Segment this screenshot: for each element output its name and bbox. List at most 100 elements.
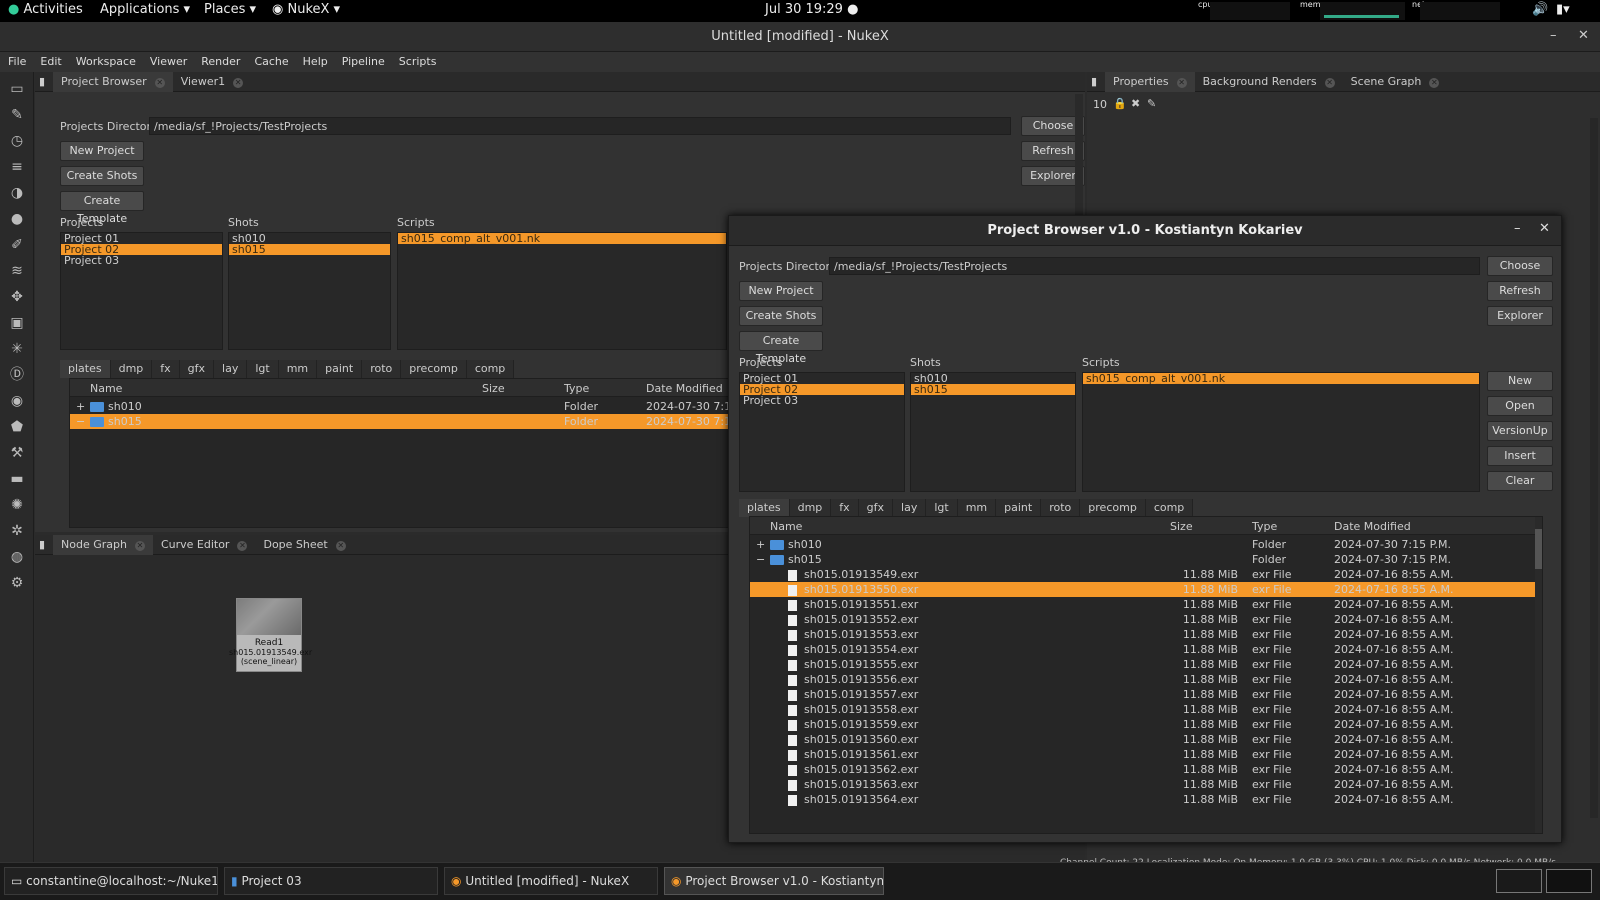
menu-workspace[interactable]: Workspace	[68, 52, 142, 68]
panel-menu-icon[interactable]: ▮	[1087, 72, 1105, 92]
panel-menu-icon[interactable]: ▮	[35, 535, 53, 555]
table-row[interactable]: sh015.01913563.exr 11.88 MiB exr File 2024-…	[750, 777, 1542, 792]
tab-properties[interactable]: Properties ✕	[1105, 72, 1195, 92]
table-row[interactable]: + sh010 Folder 2024-07-30 7:1	[70, 399, 748, 414]
draw-icon[interactable]: ✎	[8, 106, 26, 124]
list-item[interactable]: sh015	[911, 384, 1075, 395]
workspace-2[interactable]	[1546, 869, 1592, 893]
workspace-1[interactable]	[1496, 869, 1542, 893]
create-shots-button[interactable]: Create Shots	[739, 306, 823, 326]
close-icon[interactable]: ✕	[1539, 221, 1550, 236]
activities-button[interactable]: ● Activities	[8, 2, 83, 17]
version-up-button[interactable]: VersionUp	[1487, 421, 1553, 441]
tab-dmp[interactable]: dmp	[110, 360, 153, 378]
battery-icon[interactable]: ▮▾	[1556, 2, 1570, 17]
tab-paint[interactable]: paint	[317, 360, 363, 378]
tab-dope-sheet[interactable]: Dope Sheet ✕	[255, 535, 353, 555]
open-button[interactable]: Open	[1487, 396, 1553, 416]
create-template-button[interactable]: Create Template	[739, 331, 823, 365]
shots-list[interactable]: sh010 sh015	[228, 232, 391, 350]
col-size[interactable]: Size	[482, 382, 505, 395]
read-node[interactable]: Read1 sh015.01913549.exr (scene_linear)	[229, 598, 312, 672]
col-type[interactable]: Type	[1252, 520, 1277, 533]
cara-icon[interactable]: ✲	[8, 522, 26, 540]
tab-comp[interactable]: comp	[466, 360, 515, 378]
table-row[interactable]: sh015.01913557.exr 11.88 MiB exr File 2024-…	[750, 687, 1542, 702]
list-item[interactable]: Project 01	[740, 373, 904, 384]
table-row[interactable]: sh015.01913554.exr 11.88 MiB exr File 2024-…	[750, 642, 1542, 657]
table-row[interactable]: sh015.01913559.exr 11.88 MiB exr File 2024-…	[750, 717, 1542, 732]
plugins-icon[interactable]: ◍	[8, 548, 26, 566]
close-icon[interactable]: ✕	[1176, 78, 1187, 88]
tab-precomp[interactable]: precomp	[401, 360, 467, 378]
menu-cache[interactable]: Cache	[246, 52, 294, 68]
table-row[interactable]: sh015.01913550.exr 11.88 MiB exr File 2024-…	[750, 582, 1542, 597]
other-icon[interactable]: ▬	[8, 470, 26, 488]
scrollbar[interactable]	[1590, 118, 1598, 818]
close-icon[interactable]: ✕	[233, 78, 244, 88]
list-item[interactable]: sh010	[229, 233, 390, 244]
metadata-icon[interactable]: ⬟	[8, 418, 26, 436]
filter-icon[interactable]: ●	[8, 210, 26, 228]
tab-mm[interactable]: mm	[957, 499, 997, 517]
tab-dmp[interactable]: dmp	[789, 499, 832, 517]
list-item[interactable]: Project 02	[61, 244, 222, 255]
table-row[interactable]: sh015.01913555.exr 11.88 MiB exr File 2024-…	[750, 657, 1542, 672]
table-row[interactable]: sh015.01913549.exr 11.88 MiB exr File 2024-…	[750, 567, 1542, 582]
app-menu[interactable]: ◉ NukeX ▾	[272, 2, 340, 17]
table-row[interactable]: sh015.01913552.exr 11.88 MiB exr File 2024-…	[750, 612, 1542, 627]
channel-icon[interactable]: ≡	[8, 158, 26, 176]
tab-background-renders[interactable]: Background Renders ✕	[1195, 72, 1343, 92]
menu-edit[interactable]: Edit	[32, 52, 67, 68]
table-row[interactable]: sh015.01913560.exr 11.88 MiB exr File 2024-…	[750, 732, 1542, 747]
scrollbar[interactable]	[1535, 517, 1542, 833]
furnace-icon[interactable]: ✺	[8, 496, 26, 514]
task-project03[interactable]: ▮ Project 03	[224, 867, 438, 895]
scripts-list[interactable]: sh015_comp_alt_v001.nk	[1082, 372, 1480, 492]
close-icon[interactable]: ✕	[1429, 78, 1440, 88]
views-icon[interactable]: ◉	[8, 392, 26, 410]
clear-panels-icon[interactable]: ✖	[1131, 97, 1140, 110]
col-type[interactable]: Type	[564, 382, 589, 395]
scripts-list[interactable]: sh015_comp_alt_v001.nk	[397, 232, 727, 350]
projects-list[interactable]: Project 01 Project 02 Project 03	[739, 372, 905, 492]
new-button[interactable]: New	[1487, 371, 1553, 391]
color-icon[interactable]: ◑	[8, 184, 26, 202]
transform-icon[interactable]: ✥	[8, 288, 26, 306]
refresh-button[interactable]: Refresh	[1487, 281, 1553, 301]
task-terminal[interactable]: ▭ constantine@localhost:~/Nuke15....	[4, 867, 218, 895]
explorer-button[interactable]: Explorer	[1487, 306, 1553, 326]
menu-viewer[interactable]: Viewer	[142, 52, 193, 68]
table-row[interactable]: sh015.01913551.exr 11.88 MiB exr File 2024-…	[750, 597, 1542, 612]
pen-icon[interactable]: ✎	[1147, 97, 1156, 110]
tab-project-browser[interactable]: Project Browser ✕	[53, 72, 173, 92]
deep-icon[interactable]: Ⓓ	[8, 366, 26, 384]
tab-mm[interactable]: mm	[278, 360, 318, 378]
list-item[interactable]: Project 01	[61, 233, 222, 244]
volume-icon[interactable]: 🔊	[1532, 2, 1548, 17]
new-project-button[interactable]: New Project	[739, 281, 823, 301]
merge-icon[interactable]: ≋	[8, 262, 26, 280]
close-icon[interactable]: ✕	[237, 541, 248, 551]
tab-comp[interactable]: comp	[1145, 499, 1194, 517]
max-panels-field[interactable]: 10	[1093, 98, 1107, 111]
minimize-icon[interactable]: –	[1550, 28, 1557, 43]
col-size[interactable]: Size	[1170, 520, 1193, 533]
keyer-icon[interactable]: ✐	[8, 236, 26, 254]
tab-roto[interactable]: roto	[362, 360, 402, 378]
col-date[interactable]: Date Modified	[646, 382, 723, 395]
close-icon[interactable]: ✕	[154, 78, 165, 88]
menu-pipeline[interactable]: Pipeline	[334, 52, 391, 68]
minimize-icon[interactable]: –	[1514, 221, 1521, 236]
projects-list[interactable]: Project 01 Project 02 Project 03	[60, 232, 223, 350]
choose-button[interactable]: Choose	[1487, 256, 1553, 276]
menu-help[interactable]: Help	[295, 52, 334, 68]
projects-directory-field[interactable]: /media/sf_!Projects/TestProjects	[149, 117, 1011, 135]
tab-gfx[interactable]: gfx	[179, 360, 215, 378]
tab-lgt[interactable]: lgt	[926, 499, 958, 517]
close-icon[interactable]: ✕	[335, 541, 346, 551]
lock-icon[interactable]: 🔒	[1113, 97, 1127, 110]
tab-lay[interactable]: lay	[893, 499, 927, 517]
task-nukex[interactable]: ◉ Untitled [modified] - NukeX	[444, 867, 658, 895]
menu-file[interactable]: File	[0, 52, 32, 68]
